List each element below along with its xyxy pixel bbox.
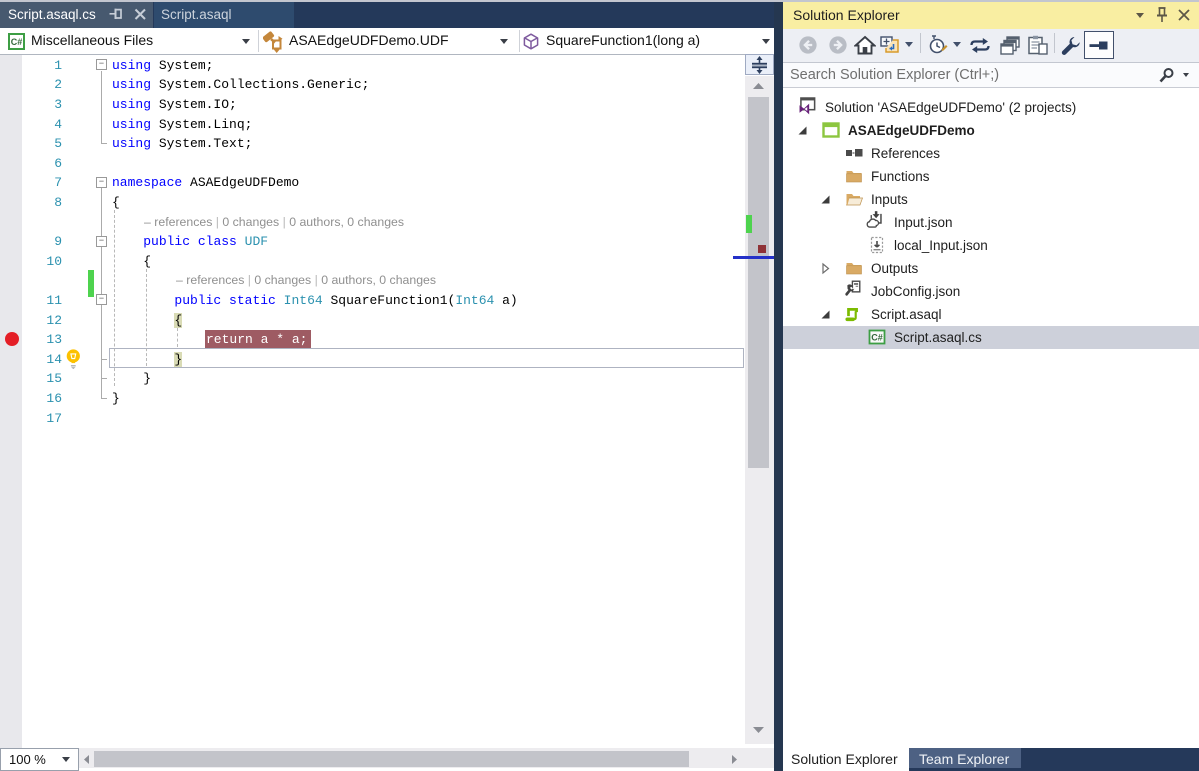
svg-text:C#: C# — [871, 332, 883, 342]
svg-text:C#: C# — [11, 37, 23, 47]
